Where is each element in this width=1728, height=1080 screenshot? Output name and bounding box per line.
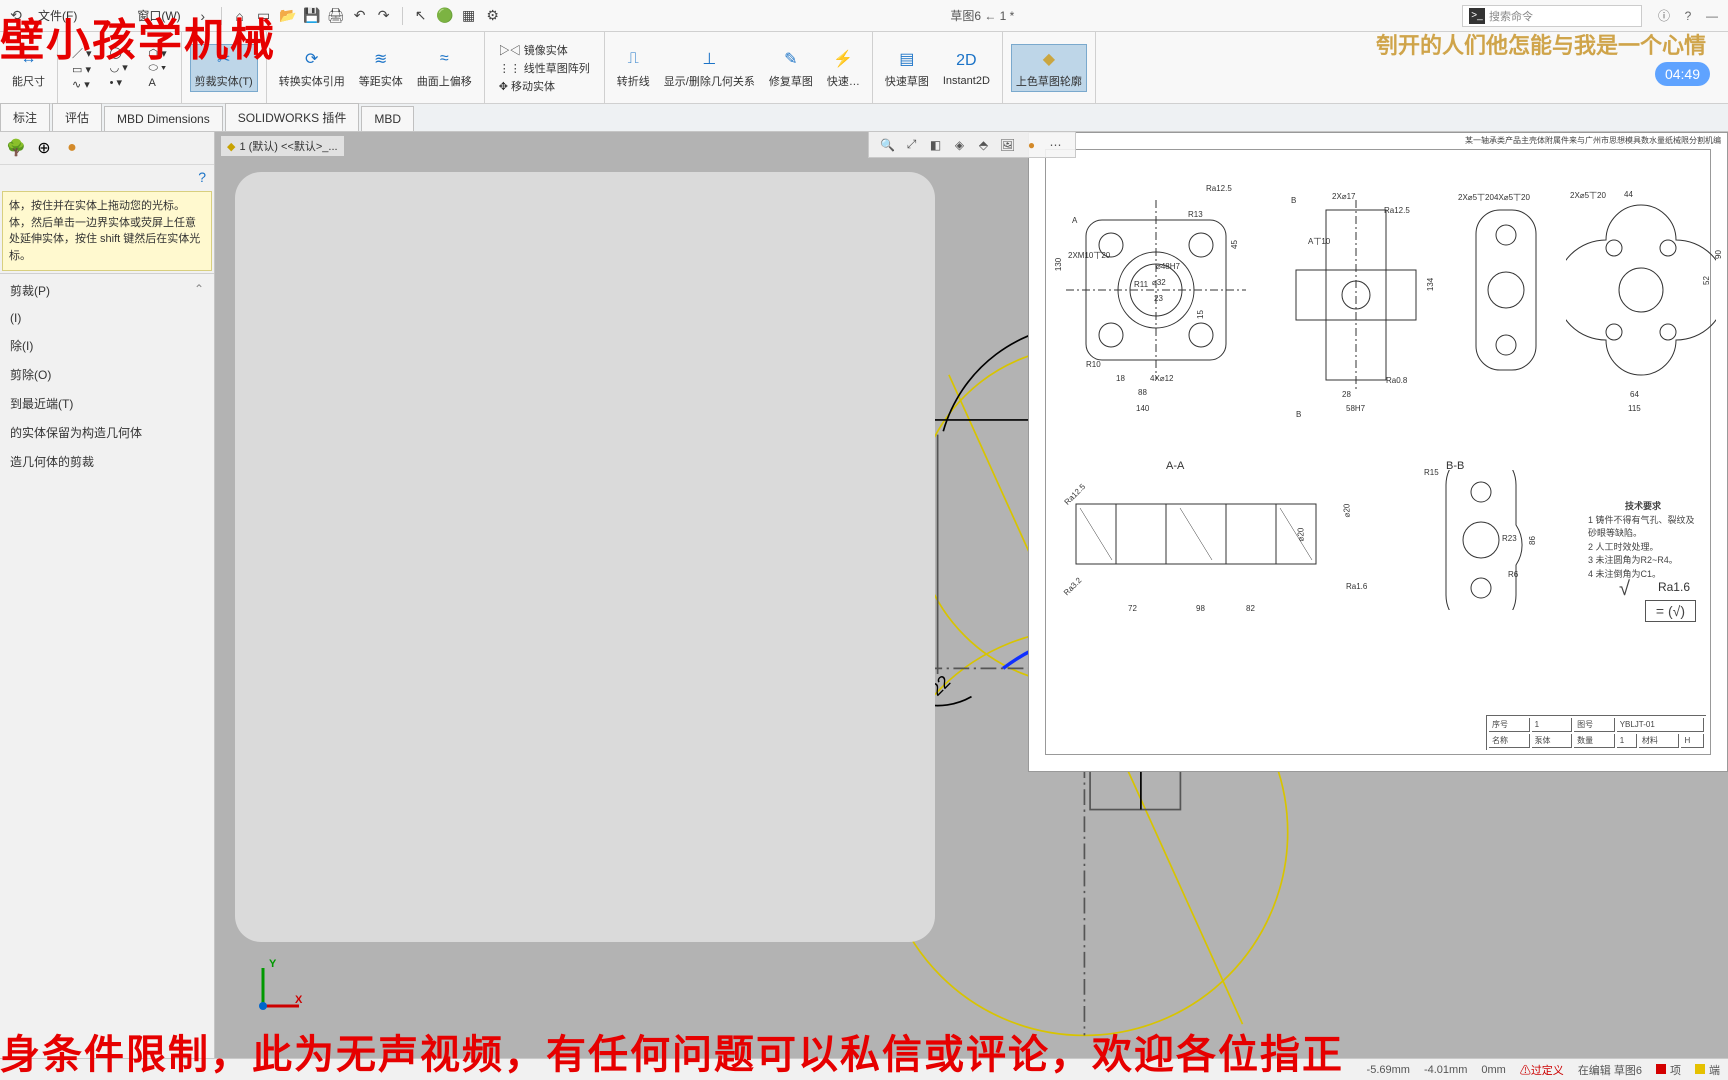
open-icon[interactable]: 📂 xyxy=(278,6,298,26)
tool-convert[interactable]: ⟳转换实体引用 xyxy=(275,45,349,91)
status-legend-yellow: 端 xyxy=(1695,1062,1720,1078)
breadcrumb-text: 1 (默认) <<默认>_... xyxy=(239,138,337,154)
home-icon[interactable]: ⌂ xyxy=(230,6,250,26)
tab-plugins[interactable]: SOLIDWORKS 插件 xyxy=(225,103,360,131)
grid-icon[interactable]: ▦ xyxy=(459,6,479,26)
terminal-icon: >_ xyxy=(1469,8,1485,24)
opt-trimout[interactable]: 剪除(O) xyxy=(0,360,214,389)
settings-icon[interactable]: ⚙ xyxy=(483,6,503,26)
menu-window[interactable]: 窗口(W) xyxy=(129,5,188,26)
panel-help-icon[interactable]: ? xyxy=(0,165,214,189)
save-icon[interactable]: 💾 xyxy=(302,6,322,26)
document-title: 草图6 ← 1 * xyxy=(507,7,1458,24)
vi-appear[interactable]: ● xyxy=(1023,136,1041,154)
search-placeholder: 搜索命令 xyxy=(1489,8,1533,24)
tool-trim[interactable]: ✂剪裁实体(T) xyxy=(190,44,258,92)
tool-slot[interactable]: ⬭ ▾ xyxy=(142,62,172,75)
axis-triad: Y X xyxy=(245,958,305,1018)
vi-section[interactable]: ◧ xyxy=(927,136,945,154)
opt-delete[interactable]: 除(I) xyxy=(0,331,214,360)
tech-requirements: 技术要求 1 铸件不得有气孔、裂纹及砂眼等缺陷。 2 人工时效处理。 3 未注圆… xyxy=(1588,500,1698,581)
tool-circle[interactable]: ◯ ▾ xyxy=(104,46,137,59)
menu-file[interactable]: 文件(F) xyxy=(30,5,85,26)
tool-shade-contour[interactable]: ◆上色草图轮廓 xyxy=(1011,44,1087,92)
tab-annotate[interactable]: 标注 xyxy=(0,103,50,131)
lyric-overlay: 刳开的人们他怎能与我是一个心情 xyxy=(1376,28,1706,60)
tool-snap[interactable]: ▤快速草图 xyxy=(881,45,933,91)
vi-more[interactable]: ⋯ xyxy=(1047,136,1065,154)
status-legend-red: 项 xyxy=(1656,1062,1681,1078)
tool-quick[interactable]: ⚡快速… xyxy=(823,45,864,91)
opt-1[interactable]: (I) xyxy=(0,305,214,331)
tool-line[interactable]: ／ ▾ xyxy=(66,45,98,61)
traffic-icon[interactable]: 🟢 xyxy=(435,6,455,26)
menu-item-3[interactable] xyxy=(109,14,125,18)
tool-text[interactable]: A xyxy=(142,77,172,89)
user-icon[interactable]: ⓘ xyxy=(1654,7,1674,24)
appearance-icon[interactable]: ● xyxy=(62,138,82,158)
tab-mbd-dimensions[interactable]: MBD Dimensions xyxy=(104,106,223,131)
new-icon[interactable]: ▭ xyxy=(254,6,274,26)
breadcrumb[interactable]: ◆ 1 (默认) <<默认>_... xyxy=(221,136,344,156)
minimize-icon[interactable]: — xyxy=(1702,9,1722,23)
tool-showrel[interactable]: ⊥显示/删除几何关系 xyxy=(660,45,759,91)
tab-mbd[interactable]: MBD xyxy=(361,106,414,131)
opt-nearest[interactable]: 到最近端(T) xyxy=(0,389,214,418)
vi-display[interactable]: ◈ xyxy=(951,136,969,154)
tool-rect[interactable]: ▭ ▾ xyxy=(66,63,98,76)
vi-zoom[interactable]: 🔍 xyxy=(879,136,897,154)
tool-dimension[interactable]: ↔能尺寸 xyxy=(8,45,49,91)
vi-orient[interactable]: ⬘ xyxy=(975,136,993,154)
status-coord-y: -4.01mm xyxy=(1424,1064,1467,1076)
trim-help-box: 体，按住并在实体上拖动您的光标。 体，然后单击一边界实体或荧屏上任意处延伸实体，… xyxy=(2,191,212,271)
tool-poly[interactable]: ⬡ ▾ xyxy=(142,47,172,60)
tool-pattern[interactable]: ⋮⋮ 线性草图阵列 xyxy=(493,60,596,76)
tab-evaluate[interactable]: 评估 xyxy=(52,103,102,131)
undo-icon[interactable]: ↶ xyxy=(350,6,370,26)
status-editing: 在编辑 草图6 xyxy=(1578,1062,1642,1078)
tool-splitline[interactable]: ⎍转折线 xyxy=(613,45,654,91)
tool-point[interactable]: • ▾ xyxy=(104,76,137,89)
command-tab-bar: 标注 评估 MBD Dimensions SOLIDWORKS 插件 MBD xyxy=(0,104,1728,132)
help-icon[interactable]: ? xyxy=(1678,9,1698,23)
view-toolbar: 🔍 ⤢ ◧ ◈ ⬘ 🖼 ● ⋯ xyxy=(868,132,1076,158)
tool-mirror[interactable]: ▷◁ 镜像实体 xyxy=(493,42,596,58)
tool-repair[interactable]: ✎修复草图 xyxy=(765,45,817,91)
status-coord-z: 0mm xyxy=(1481,1064,1505,1076)
vi-fit[interactable]: ⤢ xyxy=(903,136,921,154)
tool-offset[interactable]: ≋等距实体 xyxy=(355,45,407,91)
app-logo-icon: ⟲ xyxy=(6,6,26,26)
part-silhouette xyxy=(235,172,935,942)
status-coord-x: -5.69mm xyxy=(1367,1064,1410,1076)
tool-spline[interactable]: ∿ ▾ xyxy=(66,78,98,91)
chevron-right-icon[interactable]: › xyxy=(193,6,213,26)
search-command-input[interactable]: >_ 搜索命令 xyxy=(1462,5,1642,27)
tool-curve-offset[interactable]: ≈曲面上偏移 xyxy=(413,45,476,91)
opt-construct-trim[interactable]: 造几何体的剪裁 xyxy=(0,447,214,476)
redo-icon[interactable]: ↷ xyxy=(374,6,394,26)
opt-construct[interactable]: 的实体保留为构造几何体 xyxy=(0,418,214,447)
status-over-defined: ⚠过定义 xyxy=(1520,1062,1564,1078)
video-timer-badge: 04:49 xyxy=(1655,62,1710,86)
model-viewport[interactable]: 🔍 ⤢ ◧ ◈ ⬘ 🖼 ● ⋯ ◆ 1 (默认) <<默认>_... xyxy=(215,132,1728,1058)
config-icon[interactable]: ⊕ xyxy=(34,138,54,158)
vi-scene[interactable]: 🖼 xyxy=(999,136,1017,154)
print-icon[interactable]: 🖨 xyxy=(326,6,346,26)
select-icon[interactable]: ↖ xyxy=(411,6,431,26)
opt-trim[interactable]: 剪裁(P)⌃ xyxy=(0,276,214,305)
tree-icon[interactable]: 🌳 xyxy=(6,138,26,158)
tool-instant2d[interactable]: 2DInstant2D xyxy=(939,47,994,89)
title-block: 序号1图号YBLJT-01 名称泵体数量1材料H xyxy=(1486,715,1706,750)
status-bar: -5.69mm -4.01mm 0mm ⚠过定义 在编辑 草图6 项 端 xyxy=(0,1058,1728,1080)
part-icon: ◆ xyxy=(227,140,235,153)
tool-move[interactable]: ✥ 移动实体 xyxy=(493,78,596,94)
tool-arc[interactable]: ◡ ▾ xyxy=(104,61,137,74)
menu-item-2[interactable] xyxy=(89,14,105,18)
property-panel: 🌳 ⊕ ● ? 体，按住并在实体上拖动您的光标。 体，然后单击一边界实体或荧屏上… xyxy=(0,132,215,1058)
reference-drawing: 某一轴承类产品主壳体附属件来与广州市思想模具数水量纸械限分割机编 130 xyxy=(1028,132,1728,772)
